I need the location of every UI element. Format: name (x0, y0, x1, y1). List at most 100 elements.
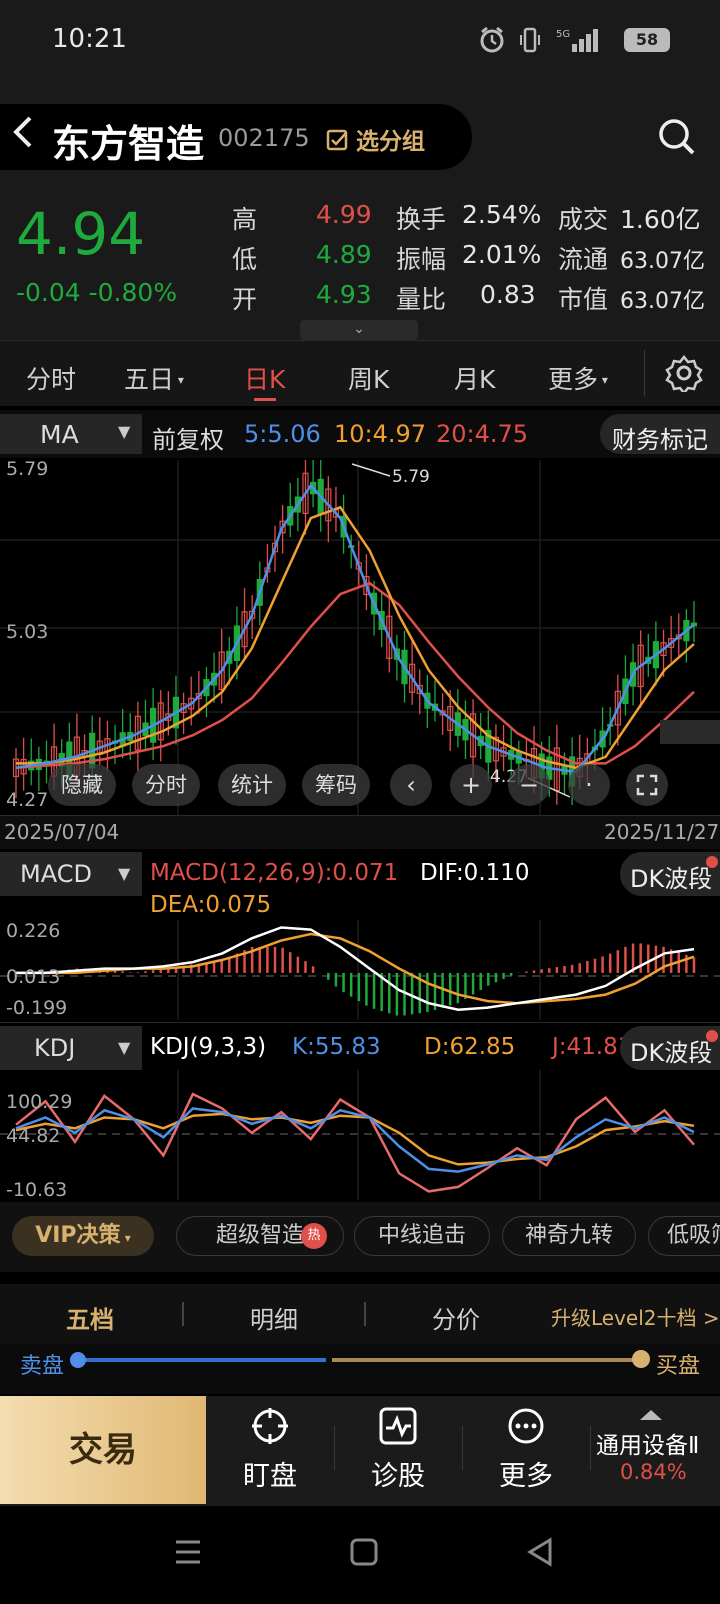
mcap-value: 63.07亿 (620, 289, 705, 314)
back-button[interactable] (10, 112, 36, 162)
intraday-overlay-button[interactable]: 分时 (132, 764, 200, 806)
y-tick-top: 5.79 (6, 460, 48, 480)
status-time: 10:21 (52, 24, 127, 54)
sector-index-name[interactable]: 通用设备Ⅱ (596, 1426, 699, 1460)
volratio-value: 0.83 (480, 280, 536, 309)
strategy-chip[interactable]: 中线追击 (354, 1216, 490, 1256)
action-divider (334, 1426, 335, 1470)
adjust-mode[interactable]: 前复权 (152, 420, 224, 455)
sell-label: 卖盘 (20, 1354, 65, 1379)
back-nav-icon[interactable] (524, 1536, 556, 1572)
kdj-params: KDJ(9,3,3) (150, 1034, 267, 1060)
sector-index-change: 0.84% (620, 1460, 687, 1484)
trade-button[interactable]: 交易 (0, 1396, 206, 1504)
tab-more-label: 更多 (548, 365, 599, 394)
tab-intraday[interactable]: 分时 (26, 360, 76, 396)
high-value: 4.99 (316, 200, 372, 229)
expand-quote-button[interactable]: ⌄ (300, 320, 418, 340)
chevron-left-icon[interactable]: ‹ (390, 764, 432, 806)
strategy-chip[interactable]: 神奇九转 (502, 1216, 636, 1256)
kdj-k: K:55.83 (292, 1034, 381, 1060)
open-label: 开 (232, 285, 258, 314)
tab-divider (182, 1302, 184, 1326)
ma5-value: 5:5.06 (244, 420, 321, 448)
kline-chart[interactable]: 5.79 5.03 4.27 5.79 4.27 (0, 460, 720, 815)
tab-five-levels[interactable]: 五档 (66, 1300, 114, 1335)
move-right-icon[interactable]: · (568, 764, 610, 806)
vip-label: VIP决策 (35, 1223, 121, 1248)
add-to-group-button[interactable]: 选分组 (326, 122, 425, 159)
amplitude-value: 2.01% (462, 240, 542, 269)
stock-name: 东方智造 (52, 122, 205, 166)
buy-knob (632, 1350, 650, 1368)
fullscreen-icon[interactable] (626, 764, 668, 806)
tab-price-distribution[interactable]: 分价 (432, 1300, 480, 1335)
hide-button[interactable]: 隐藏 (48, 764, 116, 806)
tab-week-k[interactable]: 周K (348, 360, 389, 396)
open-value: 4.93 (316, 280, 372, 309)
dk-band-button-kdj[interactable]: DK波段 (620, 1026, 720, 1070)
vip-decision-button[interactable]: VIP决策 ▾ (12, 1216, 154, 1256)
macd-y-bottom: -0.199 (6, 997, 67, 1019)
diagnose-button[interactable]: 诊股 (338, 1406, 458, 1502)
hot-badge: 热 (301, 1223, 327, 1249)
zoom-in-icon[interactable]: + (450, 764, 492, 806)
home-icon[interactable] (348, 1536, 380, 1572)
upgrade-level2-link[interactable]: 升级Level2十档 > (551, 1302, 720, 1331)
action-divider (590, 1426, 591, 1470)
macd-dif: DIF:0.110 (420, 860, 530, 886)
strategy-chip[interactable]: 超级智造热 (176, 1216, 344, 1256)
strategy-chip-label: 超级智造 (215, 1223, 304, 1248)
kdj-y-top: 100.29 (6, 1091, 72, 1113)
tab-more[interactable]: 更多 ▾ (548, 360, 608, 396)
tab-day-k[interactable]: 日K (244, 360, 285, 396)
kdj-chart[interactable]: 100.29 44.82 -10.63 (0, 1070, 720, 1200)
tab-month-k[interactable]: 月K (454, 360, 495, 396)
price-change: -0.04 -0.80% (16, 278, 178, 307)
chart-side-tab[interactable] (660, 720, 720, 744)
macd-label: MACD (20, 860, 92, 888)
y-tick-mid: 5.03 (6, 621, 48, 643)
date-start: 2025/07/04 (4, 820, 120, 844)
tab-five-day[interactable]: 五日 ▾ (124, 360, 184, 396)
diagnose-label: 诊股 (371, 1461, 425, 1492)
chips-button[interactable]: 筹码 (302, 764, 370, 806)
tab-detail[interactable]: 明细 (250, 1300, 298, 1335)
zoom-out-icon[interactable]: − (508, 764, 550, 806)
recent-apps-icon[interactable] (172, 1536, 204, 1572)
vibrate-icon (516, 26, 544, 54)
volume-value: 1.60亿 (620, 205, 701, 234)
tab-five-day-label: 五日 (124, 365, 175, 394)
strategy-chip[interactable]: 低吸筛 (648, 1216, 720, 1256)
float-value: 63.07亿 (620, 249, 705, 274)
caret-up-icon[interactable] (640, 1410, 662, 1420)
gear-icon[interactable] (665, 354, 703, 396)
macd-chart[interactable]: 0.226 0.013 -0.199 (0, 920, 720, 1020)
low-label: 低 (232, 245, 258, 274)
buy-sell-ratio (0, 1344, 720, 1394)
caret-down-icon: ▼ (118, 864, 131, 883)
high-label: 高 (232, 205, 258, 234)
caret-down-icon: ▾ (174, 373, 184, 387)
finance-mark-button[interactable]: 财务标记 (600, 414, 720, 454)
sell-ratio-bar (80, 1358, 326, 1362)
search-icon[interactable] (656, 116, 696, 156)
checkbox-icon (326, 129, 350, 159)
caret-down-icon: ▾ (598, 373, 608, 387)
action-divider (462, 1426, 463, 1470)
high-marker-label: 5.79 (392, 467, 430, 487)
turnover-value: 2.54% (462, 200, 542, 229)
ma-label: MA (40, 420, 79, 449)
current-price: 4.94 (16, 200, 146, 268)
stats-button[interactable]: 统计 (218, 764, 286, 806)
add-to-group-label: 选分组 (356, 129, 425, 155)
more-button[interactable]: 更多 (466, 1406, 586, 1502)
system-nav-bar (0, 1506, 720, 1604)
active-tab-indicator (254, 398, 276, 401)
more-dots-icon (506, 1406, 546, 1446)
watch-monitor-button[interactable]: 盯盘 (210, 1406, 330, 1502)
low-value: 4.89 (316, 240, 372, 269)
panel-divider (0, 1022, 720, 1023)
dk-band-button-macd[interactable]: DK波段 (620, 852, 720, 896)
alarm-icon (478, 26, 506, 54)
